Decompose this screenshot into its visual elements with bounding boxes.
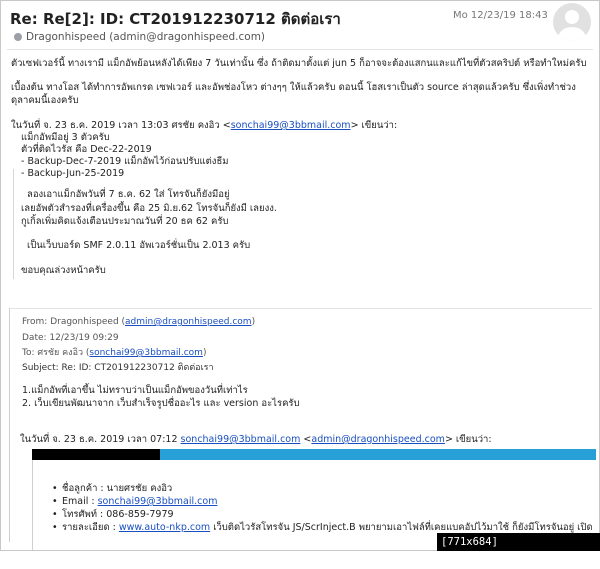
quote-sender-email-link[interactable]: sonchai99@3bbmail.com (231, 120, 351, 131)
customer-email: Email : sonchai99@3bbmail.com (52, 495, 218, 508)
sender-avatar-icon (553, 3, 591, 41)
header-bar-dark (32, 449, 160, 460)
inner-quote-admin-email-link[interactable]: admin@dragonhispeed.com (311, 434, 445, 445)
reply-from-email-link[interactable]: admin@dragonhispeed.com (125, 317, 252, 327)
reply-to: To: ศรชัย คงอิว (sonchai99@3bbmail.com) (22, 348, 207, 358)
quote-line: เลยอัพตัวสำรองที่เครื่องขึ้น คือ 25 มิ.ย… (21, 203, 277, 214)
quote-line: เป็นเว็บบอร์ด SMF 2.0.11 อัพเวอร์ชั่นเป็… (27, 240, 251, 251)
reply-from: From: Dragonhispeed (admin@dragonhispeed… (22, 317, 256, 327)
body-paragraph-2-line-2: ดุลาคมนี้เองครับ (11, 95, 79, 106)
reply-separator (10, 308, 592, 309)
quote-line: - Backup-Jun-25-2019 (21, 168, 125, 179)
header-divider (7, 49, 593, 50)
header-bar-blue (160, 449, 596, 460)
quote-line: กูเกิ้ลเพิ่มคิดแจ้งเตือนประมาณวันที่ 20 … (21, 216, 229, 227)
email-subject: Re: Re[2]: ID: CT201912230712 ติดต่อเรา (10, 10, 341, 28)
status-dot-icon (14, 33, 22, 41)
reply-date: Date: 12/23/19 09:29 (22, 333, 119, 343)
customer-phone: โทรศัพท์ : 086-859-7979 (52, 508, 174, 521)
inner-quote-header: ในวันที่ จ. 23 ธ.ค. 2019 เวลา 07:12 sonc… (20, 434, 492, 445)
quote-bar (13, 169, 14, 279)
email-sender[interactable]: Dragonhispeed (admin@dragonhispeed.com) (14, 31, 265, 43)
email-window: Re: Re[2]: ID: CT201912230712 ติดต่อเรา … (0, 0, 600, 551)
website-link[interactable]: www.auto-nkp.com (119, 522, 210, 533)
image-host-watermark: [771x684] https://upic.me/ (437, 533, 600, 566)
quote-line: ขอบคุณล่วงหน้าครับ (21, 265, 106, 276)
body-paragraph-2-line-1: เบื้องต้น ทางโอส ได้ทำการอัพเกรด เซฟเวอร… (11, 82, 576, 93)
reply-subject: Subject: Re: ID: CT201912230712 ติดต่อเร… (22, 363, 214, 373)
reply-line-1: 1.แม็กอัพที่เอาขึ้น ไม่ทราบว่าเป็นแม็กอั… (22, 385, 248, 396)
email-date: Mo 12/23/19 18:43 (453, 10, 548, 21)
inner-quote-email-link[interactable]: sonchai99@3bbmail.com (181, 434, 301, 445)
customer-email-link[interactable]: sonchai99@3bbmail.com (98, 496, 218, 507)
forwarded-message: From: Dragonhispeed (admin@dragonhispeed… (9, 308, 596, 550)
reply-to-email-link[interactable]: sonchai99@3bbmail.com (89, 348, 203, 358)
body-paragraph-1: ตัวเซฟเวอร์นี้ ทางเรามี แม็กอัพย้อนหลังไ… (11, 58, 587, 69)
reply-line-2: 2. เว็บเขียนพัฒนาจาก เว็บสำเร็จรูปชื่ออะ… (22, 398, 300, 409)
quote-line: ลองเอาแม็กอัพวันที่ 7 ธ.ค. 62 ใส่ โทรจัน… (27, 189, 230, 200)
sender-label: Dragonhispeed (admin@dragonhispeed.com) (26, 31, 266, 43)
customer-name: ชื่อลูกค้า : นายศรชัย คงอิว (52, 482, 172, 495)
